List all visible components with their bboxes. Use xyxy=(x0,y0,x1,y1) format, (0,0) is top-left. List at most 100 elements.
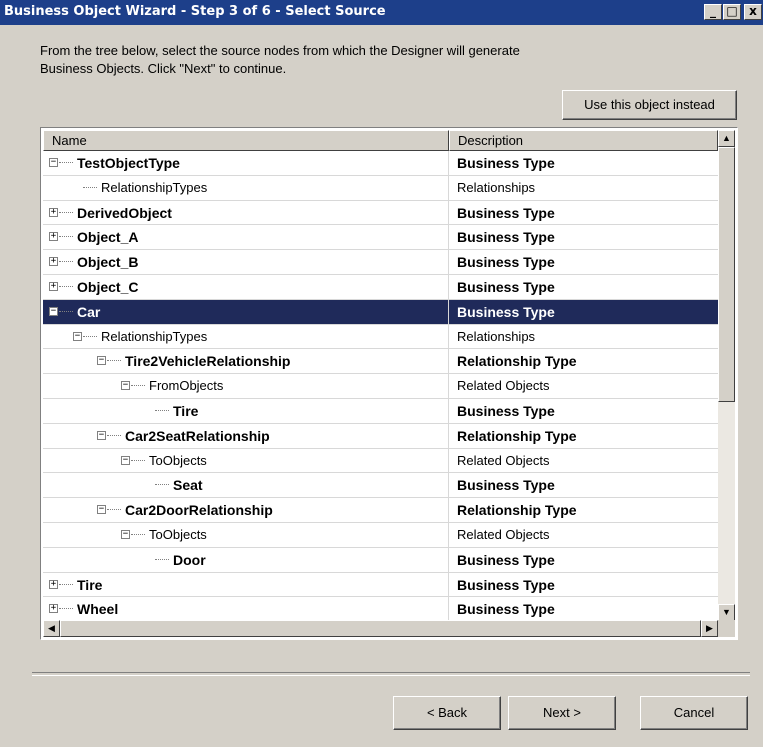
tree-row[interactable]: − Car Business Type xyxy=(43,299,718,325)
expand-icon[interactable]: + xyxy=(49,579,58,589)
collapse-icon[interactable]: − xyxy=(97,505,106,515)
back-button[interactable]: < Back xyxy=(393,696,501,730)
collapse-icon[interactable]: − xyxy=(49,306,58,316)
expand-icon[interactable]: + xyxy=(49,604,58,614)
tree-node-cell[interactable]: + DerivedObject xyxy=(43,200,449,225)
scroll-corner xyxy=(718,620,735,637)
scroll-right-icon[interactable]: ▶ xyxy=(701,620,718,637)
tree-connector xyxy=(131,459,145,461)
tree-node-description: Business Type xyxy=(457,254,555,271)
tree-connector xyxy=(155,409,169,411)
expand-icon[interactable]: + xyxy=(49,232,58,242)
close-button[interactable]: x xyxy=(744,4,762,20)
tree-node-description: Business Type xyxy=(457,155,555,171)
tree-node-cell[interactable]: + Object_B xyxy=(43,250,449,274)
tree-row[interactable]: − FromObjects Related Objects xyxy=(43,374,718,399)
column-header-name[interactable]: Name xyxy=(43,130,449,151)
collapse-icon[interactable]: − xyxy=(121,455,130,465)
tree-node-cell[interactable]: Door xyxy=(43,547,449,572)
horizontal-scroll-thumb[interactable] xyxy=(60,620,701,637)
tree-row[interactable]: Door Business Type xyxy=(43,547,718,573)
tree-row[interactable]: − TestObjectType Business Type xyxy=(43,151,718,176)
maximize-button[interactable]: □ xyxy=(723,4,741,20)
scroll-down-icon[interactable]: ▼ xyxy=(718,604,735,621)
tree-connector xyxy=(59,285,73,287)
tree-node-cell[interactable]: − FromObjects xyxy=(43,374,449,398)
tree-row[interactable]: + Object_A Business Type xyxy=(43,225,718,251)
tree-connector xyxy=(83,335,97,337)
expand-icon[interactable]: + xyxy=(49,257,58,267)
horizontal-scrollbar[interactable]: ◀ ▶ xyxy=(43,620,718,637)
tree-row[interactable]: − ToObjects Related Objects xyxy=(43,448,718,474)
next-button[interactable]: Next > xyxy=(508,696,616,730)
tree-node-cell[interactable]: + Tire xyxy=(43,572,449,597)
tree-node-cell[interactable]: RelationshipTypes xyxy=(43,175,449,200)
tree-node-cell[interactable]: − Car2SeatRelationship xyxy=(43,423,449,448)
tree-node-cell[interactable]: − RelationshipTypes xyxy=(43,324,449,349)
collapse-icon[interactable]: − xyxy=(73,331,82,341)
expand-icon[interactable]: + xyxy=(49,207,58,217)
tree-node-cell[interactable]: Seat xyxy=(43,473,449,498)
collapse-icon[interactable]: − xyxy=(121,529,130,539)
tree-node-description: Related Objects xyxy=(457,452,550,468)
tree-row[interactable]: − Car2SeatRelationship Relationship Type xyxy=(43,423,718,449)
cancel-button[interactable]: Cancel xyxy=(640,696,748,730)
tree-node-cell[interactable]: + Object_A xyxy=(43,225,449,250)
tree-node-cell[interactable]: − TestObjectType xyxy=(43,151,449,175)
tree-node-description: Business Type xyxy=(457,402,555,419)
tree-connector xyxy=(59,162,73,163)
tree-node-cell[interactable]: − Tire2VehicleRelationship xyxy=(43,349,449,374)
tree-node-cell[interactable]: − Car2DoorRelationship xyxy=(43,498,449,522)
tree-row[interactable]: − RelationshipTypes Relationships xyxy=(43,324,718,350)
window-title: Business Object Wizard - Step 3 of 6 - S… xyxy=(4,4,386,19)
tree-node-label: Door xyxy=(173,551,206,568)
vertical-scrollbar[interactable]: ▲ ▼ xyxy=(718,130,735,621)
tree-node-cell[interactable]: + Object_C xyxy=(43,274,449,299)
tree-row[interactable]: − Car2DoorRelationship Relationship Type xyxy=(43,498,718,523)
tree-node-label: Car2DoorRelationship xyxy=(125,502,273,519)
source-tree[interactable]: Name Description − TestObjectType Business… xyxy=(40,127,738,640)
expand-icon[interactable]: + xyxy=(49,281,58,291)
scroll-left-icon[interactable]: ◀ xyxy=(43,620,60,637)
scroll-up-icon[interactable]: ▲ xyxy=(718,130,735,147)
tree-row[interactable]: + DerivedObject Business Type xyxy=(43,200,718,226)
tree-row[interactable]: + Tire Business Type xyxy=(43,572,718,598)
tree-connector xyxy=(131,533,145,535)
collapse-icon[interactable]: − xyxy=(97,430,106,440)
tree-rows: − TestObjectType Business Type Relationship… xyxy=(43,151,718,621)
tree-node-label: Object_C xyxy=(77,278,139,295)
tree-node-description: Business Type xyxy=(457,601,555,618)
collapse-icon[interactable]: − xyxy=(49,158,58,167)
tree-node-description: Relationships xyxy=(457,179,536,195)
tree-row[interactable]: − Tire2VehicleRelationship Relationship Ty… xyxy=(43,349,718,375)
tree-row[interactable]: Seat Business Type xyxy=(43,473,718,499)
tree-node-cell[interactable]: − Car xyxy=(43,299,449,324)
instructions-text: From the tree below, select the source n… xyxy=(40,43,520,76)
tree-node-cell[interactable]: Tire xyxy=(43,398,449,423)
tree-node-description: Business Type xyxy=(457,477,555,494)
tree-row[interactable]: RelationshipTypes Relationships xyxy=(43,175,718,201)
tree-row[interactable]: + Wheel Business Type xyxy=(43,597,718,621)
use-object-button[interactable]: Use this object instead xyxy=(562,90,737,120)
vertical-scroll-thumb[interactable] xyxy=(718,147,735,402)
tree-node-description: Business Type xyxy=(457,551,555,568)
tree-row[interactable]: + Object_B Business Type xyxy=(43,250,718,275)
collapse-icon[interactable]: − xyxy=(121,381,130,391)
tree-connector xyxy=(107,509,121,511)
column-header-description[interactable]: Description xyxy=(449,130,718,151)
collapse-icon[interactable]: − xyxy=(97,356,106,366)
tree-node-label: RelationshipTypes xyxy=(101,179,208,195)
minimize-button[interactable]: _ xyxy=(704,4,722,20)
tree-connector xyxy=(59,310,73,312)
tree-node-description: Related Objects xyxy=(457,526,550,542)
tree-node-label: Seat xyxy=(173,477,203,494)
tree-node-label: Object_A xyxy=(77,229,139,246)
tree-node-description: Relationships xyxy=(457,328,536,344)
tree-node-cell[interactable]: + Wheel xyxy=(43,597,449,621)
title-bar[interactable]: Business Object Wizard - Step 3 of 6 - S… xyxy=(0,0,763,25)
tree-row[interactable]: Tire Business Type xyxy=(43,398,718,424)
tree-row[interactable]: − ToObjects Related Objects xyxy=(43,522,718,548)
tree-node-cell[interactable]: − ToObjects xyxy=(43,448,449,473)
tree-row[interactable]: + Object_C Business Type xyxy=(43,274,718,300)
tree-node-cell[interactable]: − ToObjects xyxy=(43,522,449,547)
